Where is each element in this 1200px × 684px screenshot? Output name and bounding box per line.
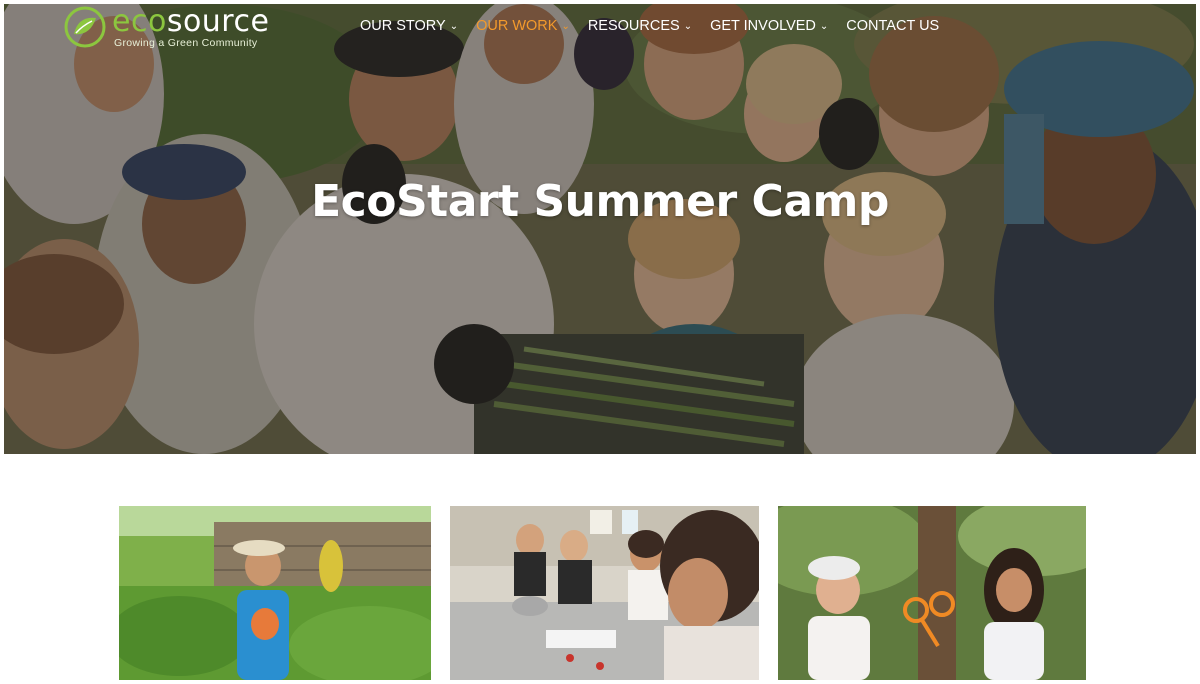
garden-photo[interactable] bbox=[119, 506, 431, 680]
nav-item-resources[interactable]: RESOURCES ⌄ bbox=[588, 18, 692, 34]
logo-word-rest: source bbox=[166, 4, 270, 39]
main-nav: OUR STORY ⌄ OUR WORK ⌄ RESOURCES ⌄ GET I… bbox=[360, 18, 957, 34]
nav-item-label: RESOURCES bbox=[587, 18, 680, 34]
nav-item-label: OUR STORY bbox=[360, 18, 446, 34]
site-logo[interactable]: ecosource Growing a Green Community bbox=[64, 6, 269, 54]
nav-item-label: CONTACT US bbox=[846, 18, 940, 34]
chevron-down-icon: ⌄ bbox=[449, 20, 459, 32]
chevron-down-icon: ⌄ bbox=[819, 20, 829, 32]
forest-photo-image bbox=[778, 506, 1086, 680]
hero-banner bbox=[4, 4, 1196, 454]
logo-text: ecosource Growing a Green Community bbox=[112, 6, 269, 50]
logo-word-eco: eco bbox=[112, 4, 167, 39]
logo-tagline: Growing a Green Community bbox=[114, 37, 258, 49]
nav-item-our-work[interactable]: OUR WORK ⌄ bbox=[476, 18, 570, 34]
nav-item-our-story[interactable]: OUR STORY ⌄ bbox=[360, 18, 458, 34]
cooking-photo-image bbox=[450, 506, 759, 680]
cooking-photo[interactable] bbox=[450, 506, 759, 680]
hero-overlay bbox=[4, 4, 1196, 454]
nav-item-label: GET INVOLVED bbox=[710, 18, 816, 34]
page-title: EcoStart Summer Camp bbox=[311, 176, 889, 227]
photo-gallery bbox=[0, 506, 1200, 684]
page: ecosource Growing a Green Community OUR … bbox=[0, 0, 1200, 684]
chevron-down-icon: ⌄ bbox=[561, 20, 570, 32]
chevron-down-icon: ⌄ bbox=[683, 20, 693, 32]
logo-wordmark: ecosource bbox=[112, 6, 269, 38]
garden-photo-image bbox=[119, 506, 431, 680]
nav-item-contact-us[interactable]: CONTACT US bbox=[846, 18, 939, 34]
forest-photo[interactable] bbox=[778, 506, 1086, 680]
nav-item-label: OUR WORK bbox=[476, 18, 558, 34]
leaf-logo-icon bbox=[64, 6, 106, 48]
nav-item-get-involved[interactable]: GET INVOLVED ⌄ bbox=[710, 18, 828, 34]
